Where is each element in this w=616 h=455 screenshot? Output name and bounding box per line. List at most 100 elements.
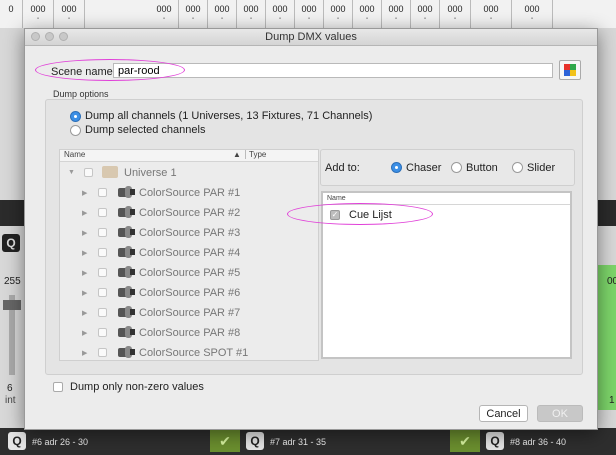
- column-type-header[interactable]: Type: [245, 150, 266, 159]
- nonzero-label[interactable]: Dump only non-zero values: [70, 381, 204, 393]
- app-logo-icon: Q: [2, 234, 20, 252]
- collapsed-arrow-icon[interactable]: ▶: [82, 189, 87, 197]
- dump-options-label: Dump options: [53, 89, 109, 99]
- frame-label[interactable]: #8 adr 36 - 40: [510, 437, 566, 447]
- tree-checkbox[interactable]: [98, 308, 107, 317]
- channel-cell: 000 ▪: [324, 0, 353, 28]
- right-fader-value: 1: [609, 395, 615, 406]
- target-item-label[interactable]: Cue Lijst: [349, 209, 392, 221]
- add-to-chaser-radio[interactable]: [391, 162, 402, 173]
- channel-cell: 000 ▪: [295, 0, 324, 28]
- ok-button[interactable]: OK: [537, 405, 583, 422]
- frame-logo-icon: Q: [246, 432, 264, 450]
- add-to-chaser-label[interactable]: Chaser: [406, 162, 441, 174]
- fader-knob[interactable]: [3, 300, 21, 310]
- dump-selected-label[interactable]: Dump selected channels: [85, 124, 205, 136]
- folder-icon: [102, 166, 118, 178]
- tree-row-label: ColorSource PAR #4: [139, 247, 241, 259]
- fader-max-value: 255: [4, 276, 21, 287]
- fixture-icon: [118, 346, 135, 358]
- channel-cell: 000 ▪: [382, 0, 411, 28]
- dump-all-label[interactable]: Dump all channels (1 Universes, 13 Fixtu…: [85, 110, 372, 122]
- add-to-slider-label[interactable]: Slider: [527, 162, 555, 174]
- target-checkbox-checked[interactable]: ✓: [330, 210, 340, 220]
- scene-name-input[interactable]: [113, 63, 553, 78]
- add-to-slider-radio[interactable]: [512, 162, 523, 173]
- tree-checkbox[interactable]: [98, 288, 107, 297]
- add-to-button-radio[interactable]: [451, 162, 462, 173]
- dump-all-radio[interactable]: [70, 111, 81, 122]
- fixture-icon: [118, 206, 135, 218]
- fixture-icon: [118, 226, 135, 238]
- tree-checkbox[interactable]: [98, 248, 107, 257]
- fixture-icon: [118, 266, 135, 278]
- collapsed-arrow-icon[interactable]: ▶: [82, 209, 87, 217]
- collapsed-arrow-icon[interactable]: ▶: [82, 229, 87, 237]
- tree-row-fixture[interactable]: ▶ ColorSource PAR #1: [60, 183, 318, 203]
- channel-cell: 000 ▪: [179, 0, 208, 28]
- channel-cell: 000 ▪: [353, 0, 382, 28]
- tree-header: Name ▲ Type: [60, 150, 318, 162]
- tree-checkbox[interactable]: [98, 268, 107, 277]
- frame-label[interactable]: #7 adr 31 - 35: [270, 437, 326, 447]
- collapsed-arrow-icon[interactable]: ▶: [82, 309, 87, 317]
- channel-strip: 0 000 ▪ 000 ▪ 000 ▪ 000 ▪ 000 ▪ 000 ▪ 000 ▪ 000…: [0, 0, 616, 29]
- channel-cell: 000 ▪: [237, 0, 266, 28]
- tree-row-fixture[interactable]: ▶ ColorSource PAR #8: [60, 323, 318, 343]
- collapsed-arrow-icon[interactable]: ▶: [82, 249, 87, 257]
- check-icon[interactable]: ✔: [450, 430, 480, 452]
- dump-selected-radio[interactable]: [70, 125, 81, 136]
- fixture-icon: [118, 306, 135, 318]
- dump-dmx-dialog: Dump DMX values Scene name: Dump options…: [24, 28, 598, 430]
- fader-value: 6: [7, 383, 13, 394]
- color-picker-button[interactable]: [559, 60, 581, 80]
- fixture-tree[interactable]: Name ▲ Type ▼ Universe 1 ▶ ColorSource P…: [59, 149, 319, 361]
- channel-cell: 000 ▪: [150, 0, 179, 28]
- frame-label[interactable]: #6 adr 26 - 30: [32, 437, 88, 447]
- tree-row-fixture[interactable]: ▶ ColorSource PAR #4: [60, 243, 318, 263]
- right-panel-bar: [596, 200, 616, 226]
- tree-row-fixture[interactable]: ▶ ColorSource PAR #2: [60, 203, 318, 223]
- tree-checkbox[interactable]: [98, 208, 107, 217]
- dialog-title: Dump DMX values: [265, 31, 357, 43]
- tree-row-label: ColorSource PAR #8: [139, 327, 241, 339]
- tree-checkbox[interactable]: [84, 168, 93, 177]
- sort-indicator-icon: ▲: [233, 150, 241, 159]
- channel-cell: 000 ▪: [411, 0, 440, 28]
- frame-logo-icon: Q: [486, 432, 504, 450]
- tree-checkbox[interactable]: [98, 228, 107, 237]
- expanded-arrow-icon[interactable]: ▼: [68, 169, 75, 176]
- tree-row-label: ColorSource PAR #7: [139, 307, 241, 319]
- collapsed-arrow-icon[interactable]: ▶: [82, 349, 87, 357]
- tree-checkbox[interactable]: [98, 348, 107, 357]
- fixture-icon: [118, 326, 135, 338]
- fixture-icon: [118, 246, 135, 258]
- target-list[interactable]: Name ✓ Cue Lijst: [321, 191, 572, 359]
- frame-logo-icon: Q: [8, 432, 26, 450]
- add-to-button-label[interactable]: Button: [466, 162, 498, 174]
- fixture-icon: [118, 286, 135, 298]
- channel-cell: 0: [0, 0, 23, 28]
- tree-row-fixture[interactable]: ▶ ColorSource PAR #3: [60, 223, 318, 243]
- tree-row-label: ColorSource PAR #5: [139, 267, 241, 279]
- target-column-name-header[interactable]: Name: [327, 195, 346, 202]
- tree-checkbox[interactable]: [98, 188, 107, 197]
- check-icon[interactable]: ✔: [210, 430, 240, 452]
- column-name-header[interactable]: Name: [64, 150, 85, 159]
- tree-row-fixture[interactable]: ▶ ColorSource PAR #6: [60, 283, 318, 303]
- tree-row-fixture[interactable]: ▶ ColorSource PAR #5: [60, 263, 318, 283]
- tree-row-universe[interactable]: ▼ Universe 1: [60, 163, 318, 183]
- collapsed-arrow-icon[interactable]: ▶: [82, 289, 87, 297]
- tree-row-fixture[interactable]: ▶ ColorSource PAR #7: [60, 303, 318, 323]
- left-panel-bar: [0, 200, 24, 226]
- channel-cell: 000 ▪: [23, 0, 54, 28]
- collapsed-arrow-icon[interactable]: ▶: [82, 329, 87, 337]
- nonzero-checkbox[interactable]: [53, 382, 63, 392]
- dialog-titlebar[interactable]: Dump DMX values: [25, 29, 597, 46]
- tree-checkbox[interactable]: [98, 328, 107, 337]
- tree-row-fixture[interactable]: ▶ ColorSource SPOT #1: [60, 343, 318, 360]
- tree-row-label: ColorSource PAR #1: [139, 187, 241, 199]
- cancel-button[interactable]: Cancel: [479, 405, 528, 422]
- collapsed-arrow-icon[interactable]: ▶: [82, 269, 87, 277]
- channel-cell: 000 ▪: [54, 0, 85, 28]
